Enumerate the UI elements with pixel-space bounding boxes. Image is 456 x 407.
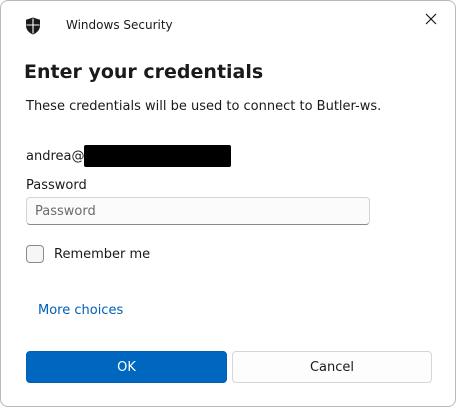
more-choices-link[interactable]: More choices <box>38 303 123 318</box>
shield-icon <box>25 17 41 35</box>
ok-button[interactable]: OK <box>26 351 227 383</box>
password-input[interactable] <box>26 197 370 225</box>
remember-me-label[interactable]: Remember me <box>54 247 150 262</box>
close-icon <box>425 10 437 29</box>
redaction-block <box>84 145 232 167</box>
password-label: Password <box>26 178 87 193</box>
username-row: andrea@ <box>26 145 232 167</box>
cancel-button[interactable]: Cancel <box>232 351 432 383</box>
close-button[interactable] <box>417 7 445 31</box>
remember-me-checkbox[interactable] <box>26 245 44 263</box>
credentials-dialog: Windows Security Enter your credentials … <box>0 0 456 407</box>
window-title: Windows Security <box>66 18 173 32</box>
dialog-heading: Enter your credentials <box>24 61 264 83</box>
username-text: andrea@ <box>26 148 85 164</box>
title-bar: Windows Security <box>1 1 455 49</box>
remember-me-row[interactable]: Remember me <box>26 244 150 264</box>
dialog-description: These credentials will be used to connec… <box>26 99 382 114</box>
